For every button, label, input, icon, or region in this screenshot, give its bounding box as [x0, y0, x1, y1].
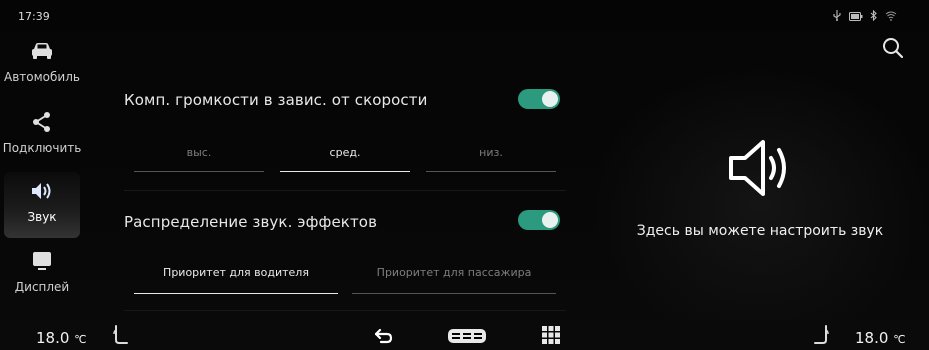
right-temperature[interactable]: 18.0 ℃: [855, 329, 906, 347]
sidebar-item-sound[interactable]: Звук: [4, 172, 80, 238]
speed-volume-option-low[interactable]: низ.: [426, 146, 556, 172]
left-temperature[interactable]: 18.0 ℃: [36, 329, 87, 347]
info-text: Здесь вы можете настроить звук: [636, 223, 884, 239]
sound-settings-panel: Комп. громкости в завис. от скорости выс…: [124, 74, 566, 314]
sidebar-item-label: Звук: [27, 210, 57, 224]
battery-icon: [849, 11, 863, 24]
car-icon: [30, 36, 54, 66]
right-temperature-value: 18.0: [855, 329, 889, 347]
bottom-bar: 18.0 ℃ 18.0 ℃: [0, 316, 929, 350]
speed-volume-toggle[interactable]: [518, 89, 560, 109]
speed-volume-title: Комп. громкости в завис. от скорости: [124, 91, 428, 109]
sound-effects-title: Распределение звук. эффектов: [124, 213, 378, 231]
speed-volume-option-high[interactable]: выс.: [134, 146, 264, 172]
apps-grid-icon[interactable]: [542, 326, 560, 348]
speed-volume-option-medium[interactable]: сред.: [280, 146, 410, 172]
left-temperature-value: 18.0: [36, 329, 70, 347]
search-icon[interactable]: [881, 36, 905, 60]
usb-icon: [832, 10, 842, 24]
option-label: сред.: [329, 146, 361, 159]
sidebar-item-vehicle[interactable]: Автомобиль: [4, 32, 80, 98]
status-time: 17:39: [18, 10, 50, 23]
sidebar-item-label: Автомобиль: [4, 70, 80, 84]
status-icons: [832, 9, 897, 24]
back-icon[interactable]: [374, 328, 393, 348]
speaker-icon: [600, 138, 920, 198]
speaker-icon: [30, 176, 54, 206]
option-label: Приоритет для водителя: [163, 266, 309, 279]
toggle-knob: [542, 91, 558, 107]
option-label: Приоритет для пассажира: [376, 266, 532, 279]
wifi-icon: [885, 11, 897, 24]
screen: 17:39 Автомобиль Подключить Звук Дисплей…: [0, 0, 929, 350]
sidebar: Автомобиль Подключить Звук Дисплей: [0, 28, 86, 310]
sound-effects-option-driver[interactable]: Приоритет для водителя: [134, 266, 338, 294]
sidebar-item-label: Подключить: [2, 141, 82, 155]
share-icon: [31, 107, 53, 137]
option-label: выс.: [186, 146, 212, 159]
sidebar-item-display[interactable]: Дисплей: [4, 242, 80, 308]
divider: [124, 310, 566, 311]
right-temperature-unit: ℃: [893, 333, 906, 346]
left-seat-icon[interactable]: [112, 324, 130, 350]
display-icon: [31, 246, 53, 276]
sidebar-item-label: Дисплей: [14, 280, 70, 294]
toggle-knob: [542, 212, 558, 228]
left-temperature-unit: ℃: [74, 333, 87, 346]
sidebar-item-connect[interactable]: Подключить: [2, 103, 82, 169]
sound-effects-toggle[interactable]: [518, 210, 560, 230]
right-seat-icon[interactable]: [812, 324, 830, 350]
option-label: низ.: [479, 146, 503, 159]
sound-effects-option-passenger[interactable]: Приоритет для пассажира: [352, 266, 556, 294]
divider: [124, 190, 566, 191]
bluetooth-icon: [870, 9, 878, 24]
brand-logo-icon[interactable]: [447, 327, 487, 349]
